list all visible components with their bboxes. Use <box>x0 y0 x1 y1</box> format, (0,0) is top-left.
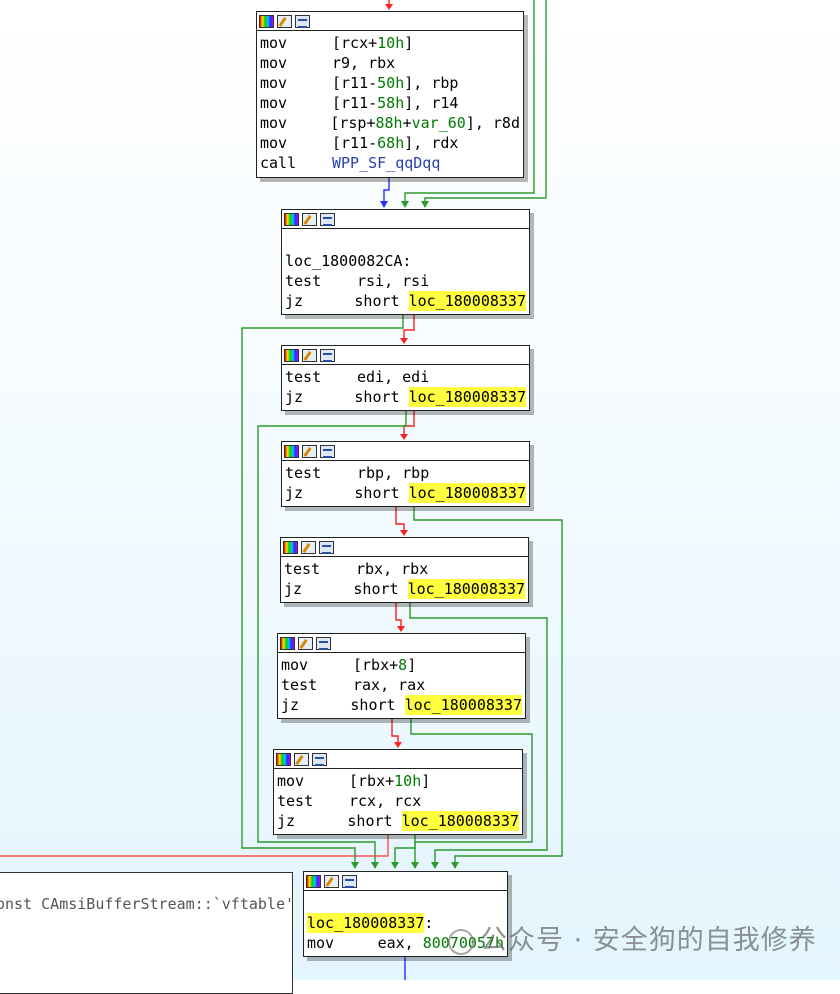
instruction-row[interactable]: jz short loc_180008337 <box>277 811 519 831</box>
edit-icon[interactable] <box>324 874 339 888</box>
code-block-5[interactable]: test rbx, rbx jz short loc_180008337 <box>280 537 529 603</box>
instruction-row[interactable]: test rbx, rbx <box>284 559 525 579</box>
edge-n4-n5 <box>395 506 405 534</box>
instruction-row[interactable]: mov [rsp+88h+var_60], r8d <box>260 113 520 133</box>
edit-icon[interactable] <box>302 212 317 226</box>
block-toolbar <box>274 750 522 769</box>
instruction-row[interactable]: jz short loc_180008337 <box>285 387 526 407</box>
instruction-row[interactable]: jz short loc_180008337 <box>284 579 525 599</box>
code-block-4[interactable]: test rbp, rbp jz short loc_180008337 <box>281 441 530 507</box>
graph-view-icon[interactable] <box>320 348 335 362</box>
instruction-row[interactable]: mov [rbx+10h] <box>277 771 519 791</box>
graph-view-icon[interactable] <box>316 636 331 650</box>
watermark: 公众号 · 安全狗的自我修养 <box>448 918 817 957</box>
color-palette-icon[interactable] <box>306 874 321 888</box>
code-block-3[interactable]: test edi, edi jz short loc_180008337 <box>281 345 530 411</box>
color-palette-icon[interactable] <box>283 540 298 554</box>
instruction-row[interactable]: test rcx, rcx <box>277 791 519 811</box>
instruction-row[interactable]: mov [rbx+8] <box>281 655 522 675</box>
edit-icon[interactable] <box>277 14 292 28</box>
instruction-row[interactable]: call WPP_SF_qqDqq <box>260 153 520 173</box>
edge-n7-left <box>0 834 389 857</box>
edit-icon[interactable] <box>302 348 317 362</box>
edit-icon[interactable] <box>301 540 316 554</box>
color-palette-icon[interactable] <box>276 752 291 766</box>
edit-icon[interactable] <box>302 444 317 458</box>
color-palette-icon[interactable] <box>259 14 274 28</box>
color-palette-icon[interactable] <box>284 212 299 226</box>
block-toolbar <box>257 12 523 31</box>
instruction-row[interactable]: jz short loc_180008337 <box>285 291 526 311</box>
instruction-row[interactable]: jz short loc_180008337 <box>281 695 522 715</box>
code-block-1[interactable]: mov [rcx+10h] mov r9, rbx mov [r11-50h], rb… <box>256 11 524 178</box>
instruction-row[interactable]: mov r9, rbx <box>260 53 520 73</box>
instruction-row[interactable]: test rbp, rbp <box>285 463 526 483</box>
jump-target[interactable]: loc_180008337 <box>408 387 526 407</box>
jump-target[interactable]: loc_180008337 <box>407 579 525 599</box>
edge-n5-n6 <box>395 602 402 630</box>
instruction-row[interactable]: test edi, edi <box>285 367 526 387</box>
instruction-row[interactable]: mov [r11-50h], rbp <box>260 73 520 93</box>
edge-n2-n3 <box>403 314 415 342</box>
edit-icon[interactable] <box>298 636 313 650</box>
location-label[interactable]: loc_1800082CA: <box>285 251 526 271</box>
jump-target[interactable]: loc_180008337 <box>408 483 526 503</box>
graph-view-icon[interactable] <box>319 540 334 554</box>
wechat-logo-icon <box>448 928 474 955</box>
instruction-row[interactable]: mov [r11-58h], r14 <box>260 93 520 113</box>
edge-n1-n2 <box>383 177 390 205</box>
color-palette-icon[interactable] <box>280 636 295 650</box>
edit-icon[interactable] <box>294 752 309 766</box>
graph-view-icon[interactable] <box>342 874 357 888</box>
edge-n7-n8 <box>394 834 416 866</box>
instruction-row[interactable]: mov [rcx+10h] <box>260 33 520 53</box>
code-block-6[interactable]: mov [rbx+8] test rax, rax jz short loc_1800… <box>277 633 526 719</box>
block-toolbar <box>282 346 529 365</box>
block-toolbar <box>282 442 529 461</box>
jump-target[interactable]: loc_180008337 <box>408 291 526 311</box>
vftable-reference: onst CAmsiBufferStream::`vftable' <box>0 895 295 913</box>
block-toolbar <box>304 872 507 891</box>
color-palette-icon[interactable] <box>284 348 299 362</box>
graph-view-icon[interactable] <box>295 14 310 28</box>
instruction-row[interactable]: mov [r11-68h], rdx <box>260 133 520 153</box>
color-palette-icon[interactable] <box>284 444 299 458</box>
block-toolbar <box>282 210 529 229</box>
block-toolbar <box>278 634 525 653</box>
partial-code-block[interactable]: onst CAmsiBufferStream::`vftable' <box>0 872 295 994</box>
graph-view-icon[interactable] <box>320 212 335 226</box>
block-toolbar <box>281 538 528 557</box>
jump-target[interactable]: loc_180008337 <box>404 695 522 715</box>
instruction-row[interactable]: jz short loc_180008337 <box>285 483 526 503</box>
jump-target[interactable]: loc_180008337 <box>401 811 519 831</box>
instruction-row[interactable]: test rsi, rsi <box>285 271 526 291</box>
graph-view-icon[interactable] <box>312 752 327 766</box>
graph-view-icon[interactable] <box>320 444 335 458</box>
instruction-row[interactable]: test rax, rax <box>281 675 522 695</box>
edge-n6-n7 <box>391 718 399 746</box>
code-block-2[interactable]: loc_1800082CA: test rsi, rsi jz short loc_… <box>281 209 530 315</box>
code-block-7[interactable]: mov [rbx+10h] test rcx, rcx jz short loc_18… <box>273 749 523 835</box>
